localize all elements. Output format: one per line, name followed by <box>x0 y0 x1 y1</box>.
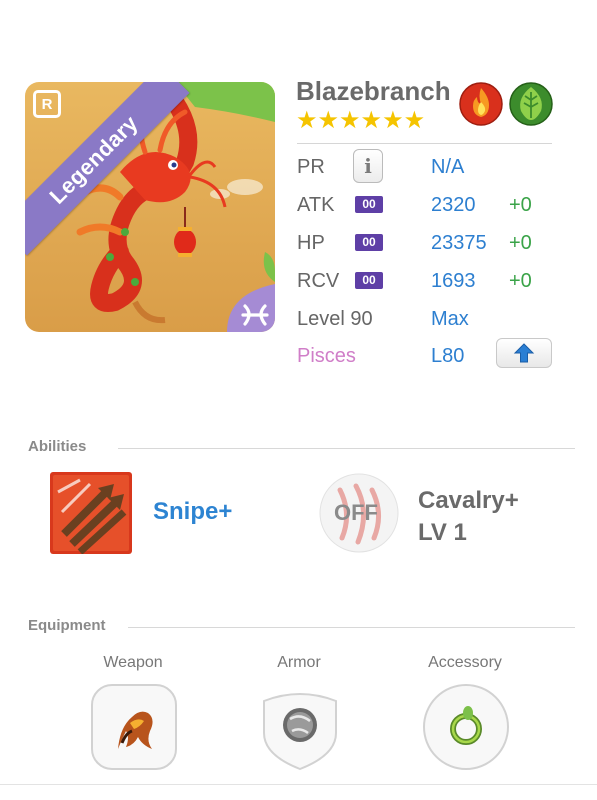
equipment-section-title: Equipment <box>28 617 106 634</box>
sign-label: Pisces <box>297 345 356 367</box>
weapon-label: Weapon <box>103 654 163 671</box>
stat-label: PR <box>297 156 325 178</box>
stat-value: 23375 <box>431 232 487 254</box>
level-value: Max <box>431 308 469 330</box>
header-divider <box>297 143 552 144</box>
stat-label: ATK <box>297 194 335 216</box>
ability-level: LV 1 <box>418 519 467 546</box>
ability-name-snipe: Snipe+ <box>153 498 233 525</box>
stone-armor-icon <box>283 708 317 742</box>
stat-bonus: +0 <box>509 194 532 216</box>
accessory-slot[interactable] <box>422 683 510 771</box>
stat-label: RCV <box>297 270 340 292</box>
armor-label: Armor <box>277 654 321 671</box>
ability-name-cavalry: Cavalry+ LV 1 <box>418 485 519 549</box>
plus-points-badge: 00 <box>355 272 383 289</box>
sign-level-value: L80 <box>431 345 465 367</box>
pisces-sign-icon <box>227 284 275 332</box>
weapon-slot[interactable] <box>90 683 178 771</box>
snipe-arrows-icon[interactable] <box>50 472 132 554</box>
stat-row-rcv: RCV 00 1693 +0 <box>297 266 557 296</box>
star-rating: ★★★★★★ <box>296 107 426 134</box>
abilities-divider <box>118 448 575 449</box>
stat-row-pr: PR i N/A <box>297 149 557 183</box>
stat-value: 2320 <box>431 194 476 216</box>
level-label: Level 90 <box>297 308 373 330</box>
stat-value: N/A <box>431 156 465 178</box>
info-icon: i <box>364 154 372 178</box>
armor-slot[interactable] <box>256 683 344 771</box>
accessory-label: Accessory <box>428 654 502 671</box>
abilities-section-title: Abilities <box>28 438 87 455</box>
monster-portrait[interactable]: Legendary R <box>25 82 275 332</box>
plus-points-badge: 00 <box>355 196 383 213</box>
stat-label: HP <box>297 232 325 254</box>
fire-element-icon <box>459 82 503 126</box>
stat-bonus: +0 <box>509 232 532 254</box>
stat-value: 1693 <box>431 270 476 292</box>
wood-element-icon <box>509 82 553 126</box>
ability-name-text: Cavalry+ <box>418 487 519 514</box>
stat-row-level: Level 90 Max <box>297 304 557 334</box>
ability-off-label: OFF <box>334 500 378 525</box>
monster-name: Blazebranch <box>296 76 451 106</box>
stat-row-sign: Pisces L80 <box>297 338 557 371</box>
stat-bonus: +0 <box>509 270 532 292</box>
equipment-divider <box>128 627 575 628</box>
bottom-divider <box>0 784 597 785</box>
stat-row-hp: HP 00 23375 +0 <box>297 228 557 258</box>
arrow-up-icon <box>513 343 535 363</box>
plus-points-badge: 00 <box>355 234 383 251</box>
rarity-icon: R <box>33 90 61 118</box>
info-button[interactable]: i <box>353 149 383 183</box>
stat-row-atk: ATK 00 2320 +0 <box>297 190 557 220</box>
sign-upgrade-button[interactable] <box>496 338 552 368</box>
